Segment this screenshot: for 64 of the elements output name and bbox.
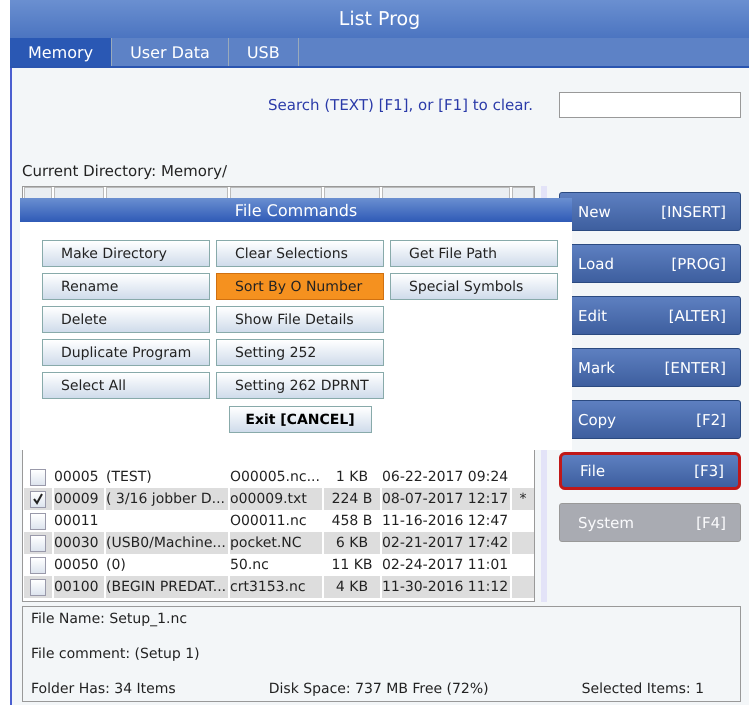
checkbox[interactable] bbox=[30, 578, 46, 596]
command-button[interactable]: Get File Path bbox=[390, 240, 558, 267]
window-title: List Prog bbox=[10, 0, 749, 38]
table-cell: 00009 bbox=[54, 488, 104, 510]
table-cell-text: 11 KB bbox=[330, 556, 374, 575]
table-cell-text: 458 B bbox=[330, 512, 374, 531]
tab[interactable]: Memory bbox=[10, 38, 112, 66]
table-cell: pocket.NC bbox=[230, 532, 322, 554]
table-cell-text: 06-22-2017 09:24 bbox=[382, 468, 510, 487]
command-button[interactable]: Clear Selections bbox=[216, 240, 384, 267]
table-cell-text: 00011 bbox=[54, 512, 100, 531]
softkey-button[interactable]: New [INSERT] bbox=[559, 192, 741, 231]
table-cell-text: 00050 bbox=[54, 556, 100, 575]
folder-count: Folder Has: 34 Items bbox=[31, 681, 176, 697]
table-cell: ( 3/16 jobber D... bbox=[106, 488, 228, 510]
table-cell-text: 50.nc bbox=[230, 556, 270, 575]
search-field[interactable] bbox=[559, 92, 741, 118]
table-cell: 224 B bbox=[324, 488, 380, 510]
table-cell: 4 KB bbox=[324, 576, 380, 598]
table-cell: 02-21-2017 17:42 bbox=[382, 532, 510, 554]
table-cell bbox=[512, 532, 534, 554]
command-button[interactable]: Show File Details bbox=[216, 306, 384, 333]
table-cell: crt3153.nc bbox=[230, 576, 322, 598]
checkbox[interactable] bbox=[30, 468, 46, 486]
selected-count: Selected Items: 1 bbox=[582, 681, 704, 697]
table-cell: o00009.txt bbox=[230, 488, 322, 510]
table-cell-text: 02-24-2017 11:01 bbox=[382, 556, 510, 575]
table-cell-text: (0) bbox=[106, 556, 127, 575]
command-button[interactable]: Duplicate Program bbox=[42, 339, 210, 366]
file-name-label: File Name: Setup_1.nc bbox=[31, 611, 188, 627]
table-cell: 08-07-2017 12:17 bbox=[382, 488, 510, 510]
table-cell: 00100 bbox=[54, 576, 104, 598]
dialog-title: File Commands bbox=[20, 198, 572, 222]
command-button[interactable]: Setting 252 bbox=[216, 339, 384, 366]
file-comment-label: File comment: (Setup 1) bbox=[31, 646, 201, 662]
command-button[interactable]: Make Directory bbox=[42, 240, 210, 267]
disk-space: Disk Space: 737 MB Free (72%) bbox=[268, 681, 489, 697]
command-button[interactable]: Sort By O Number bbox=[216, 273, 384, 300]
table-cell-text: O00011.nc bbox=[230, 512, 308, 531]
checkbox[interactable] bbox=[30, 556, 46, 574]
softkey-button[interactable]: File [F3] bbox=[559, 452, 741, 490]
table-cell: (BEGIN PREDAT... bbox=[106, 576, 228, 598]
checkbox[interactable] bbox=[30, 512, 46, 530]
table-cell: 6 KB bbox=[324, 532, 380, 554]
table-cell-text: 11-16-2016 12:47 bbox=[382, 512, 510, 531]
table-cell-text: 00005 bbox=[54, 468, 100, 487]
table-cell-text: (TEST) bbox=[106, 468, 153, 487]
command-button[interactable]: Setting 262 DPRNT bbox=[216, 372, 384, 399]
checkbox[interactable] bbox=[30, 490, 46, 508]
table-cell: 11-30-2016 11:12 bbox=[382, 576, 510, 598]
exit-button[interactable]: Exit [CANCEL] bbox=[228, 406, 372, 433]
command-button[interactable]: Select All bbox=[42, 372, 210, 399]
table-cell: 00030 bbox=[54, 532, 104, 554]
table-cell-text: O00005.nc... bbox=[230, 468, 321, 487]
checkbox[interactable] bbox=[30, 534, 46, 552]
command-button[interactable]: Delete bbox=[42, 306, 210, 333]
table-cell bbox=[512, 576, 534, 598]
command-button[interactable]: Special Symbols bbox=[390, 273, 558, 300]
table-cell-text: 1 KB bbox=[334, 468, 370, 487]
current-directory: Current Directory: Memory/ bbox=[22, 162, 228, 182]
table-cell: (USB0/Machine... bbox=[106, 532, 228, 554]
search-label: Search (TEXT) [F1], or [F1] to clear. bbox=[268, 96, 533, 114]
table-cell: * bbox=[512, 488, 534, 510]
command-button[interactable]: Rename bbox=[42, 273, 210, 300]
